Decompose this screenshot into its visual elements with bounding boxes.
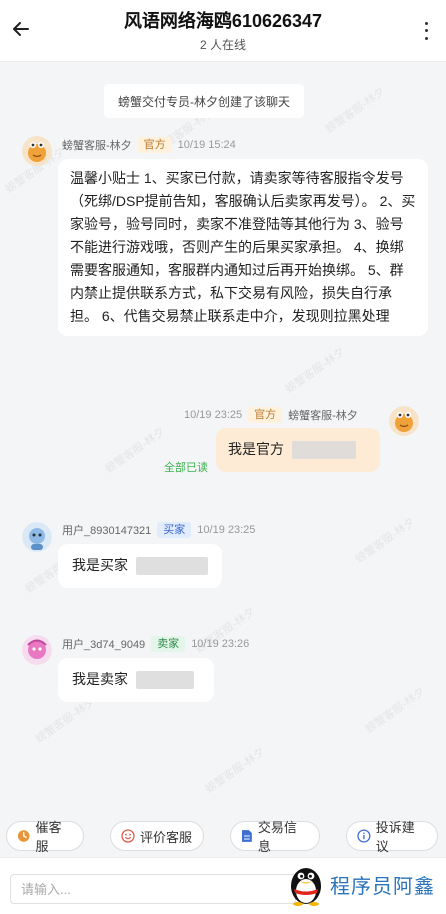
more-vertical-icon xyxy=(424,22,428,26)
watermark: 螃蟹客服-林夕 xyxy=(323,85,388,136)
message-bubble[interactable]: 温馨小贴士 1、买家已付款，请卖家等待客服指令发号（死绑/DSP提前告知，客服确… xyxy=(58,159,428,336)
trade-info-label: 交易信息 xyxy=(257,820,297,854)
redacted-block xyxy=(135,557,208,576)
message-meta: 用户_3d74_9049 卖家 10/19 23:26 xyxy=(62,636,249,652)
brand-text: 程序员阿鑫 xyxy=(330,873,435,898)
message-text: 温馨小贴士 1、买家已付款，请卖家等待客服指令发号（死绑/DSP提前告知，客服确… xyxy=(70,170,416,324)
watermark: 螃蟹客服-林夕 xyxy=(203,745,268,796)
rate-service-label: 评价客服 xyxy=(140,829,193,845)
sender-name: 用户_8930147321 xyxy=(62,525,152,537)
role-badge: 官方 xyxy=(137,137,172,153)
message-text: 我是买家 xyxy=(72,557,128,573)
message-time: 10/19 23:25 xyxy=(184,409,243,421)
watermark: 螃蟹客服-林夕 xyxy=(353,515,418,566)
sender-name: 用户_3d74_9049 xyxy=(62,639,146,651)
chat-message-list[interactable]: 螃蟹客服-林夕 螃蟹客服-林夕 螃蟹客服-林夕 螃蟹客服-林夕 螃蟹客服-林夕 … xyxy=(0,62,446,817)
penguin-logo-icon xyxy=(291,868,321,906)
rate-service-button[interactable]: 评价客服 xyxy=(110,821,204,851)
complaint-button[interactable]: 投诉建议 xyxy=(346,820,438,854)
brand-watermark: 程序员阿鑫 xyxy=(288,862,435,906)
urge-service-button[interactable]: 催客服 xyxy=(6,820,84,854)
arrow-left-icon xyxy=(13,22,29,36)
message-text: 我是卖家 xyxy=(72,671,128,687)
read-status: 全部已读 xyxy=(164,462,208,474)
message-bubble[interactable]: 我是买家 xyxy=(58,544,222,588)
redacted-block xyxy=(135,671,194,690)
message-time: 10/19 23:26 xyxy=(191,638,250,650)
trade-info-button[interactable]: 交易信息 xyxy=(230,820,320,854)
message-time: 10/19 23:25 xyxy=(197,524,256,536)
avatar[interactable] xyxy=(22,522,52,552)
message-input[interactable] xyxy=(10,874,296,904)
quick-action-bar: 催客服 评价客服 交易信息 投诉建议 xyxy=(0,817,446,857)
system-message: 螃蟹交付专员-林夕创建了该聊天 xyxy=(104,84,304,118)
message-meta: 用户_8930147321 买家 10/19 23:25 xyxy=(62,522,255,538)
redacted-block xyxy=(291,441,356,460)
chat-title: 风语网络海鸥610626347 xyxy=(123,11,323,31)
info-icon xyxy=(357,829,371,843)
sender-name: 螃蟹客服-林夕 xyxy=(288,410,358,422)
avatar[interactable] xyxy=(22,136,52,166)
message-text: 我是官方 xyxy=(228,441,284,457)
watermark: 螃蟹客服-林夕 xyxy=(363,685,428,736)
smile-icon xyxy=(121,829,135,843)
message-bubble[interactable]: 我是官方 xyxy=(216,428,380,472)
sender-name: 螃蟹客服-林夕 xyxy=(62,140,132,152)
watermark: 螃蟹客服-林夕 xyxy=(103,425,168,476)
message-meta: 10/19 23:25 官方 螃蟹客服-林夕 xyxy=(184,407,358,423)
document-icon xyxy=(241,830,252,842)
more-options-button[interactable] xyxy=(420,20,432,42)
message-time: 10/19 15:24 xyxy=(177,139,236,151)
avatar[interactable] xyxy=(389,406,419,436)
online-count: 2 人在线 xyxy=(199,38,246,52)
role-badge: 买家 xyxy=(157,522,192,538)
clock-icon xyxy=(17,830,30,842)
watermark: 螃蟹客服-林夕 xyxy=(283,345,348,396)
chat-header: 风语网络海鸥610626347 2 人在线 xyxy=(0,0,446,62)
back-button[interactable] xyxy=(10,18,32,40)
message-meta: 螃蟹客服-林夕 官方 10/19 15:24 xyxy=(62,137,236,153)
avatar[interactable] xyxy=(22,635,52,665)
message-bubble[interactable]: 我是卖家 xyxy=(58,658,214,702)
complaint-label: 投诉建议 xyxy=(375,820,415,854)
urge-service-label: 催客服 xyxy=(35,820,62,854)
role-badge: 卖家 xyxy=(151,636,186,652)
role-badge: 官方 xyxy=(248,407,283,423)
